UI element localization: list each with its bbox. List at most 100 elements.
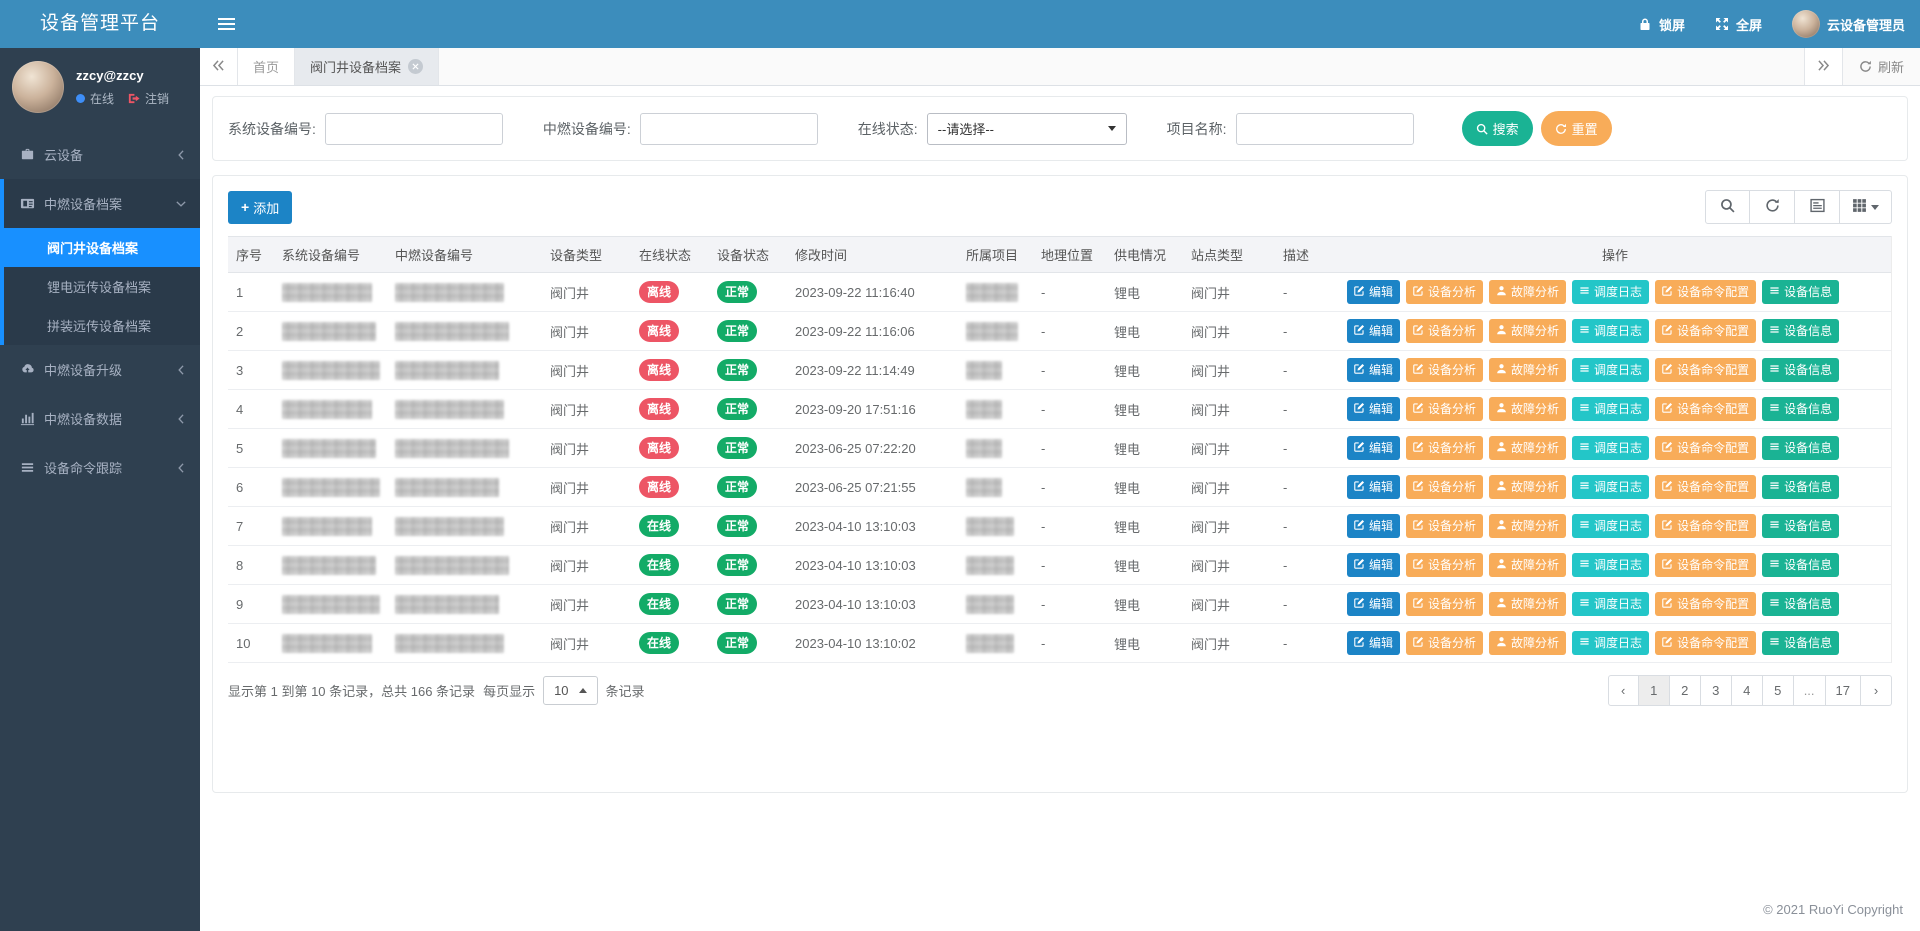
- page-button-1[interactable]: 1: [1639, 675, 1670, 706]
- sidebar-item-valve-well-files[interactable]: 阀门井设备档案: [4, 228, 200, 267]
- row-action-button[interactable]: 编辑: [1347, 358, 1400, 382]
- row-action-button[interactable]: 编辑: [1347, 553, 1400, 577]
- row-action-button[interactable]: 设备命令配置: [1655, 553, 1756, 577]
- lock-screen-button[interactable]: 锁屏: [1623, 0, 1700, 48]
- row-action-button[interactable]: 编辑: [1347, 280, 1400, 304]
- toggle-search-button[interactable]: [1705, 190, 1750, 224]
- row-action-button[interactable]: 设备命令配置: [1655, 436, 1756, 460]
- tab-close-icon[interactable]: [408, 59, 423, 74]
- row-action-button[interactable]: 设备信息: [1762, 397, 1839, 421]
- row-action-button[interactable]: 设备信息: [1762, 631, 1839, 655]
- tabs-scroll-left-button[interactable]: [200, 48, 238, 85]
- tab-home[interactable]: 首页: [238, 48, 295, 85]
- row-action-button[interactable]: 设备信息: [1762, 319, 1839, 343]
- row-action-button[interactable]: 设备命令配置: [1655, 631, 1756, 655]
- row-action-button[interactable]: 设备命令配置: [1655, 514, 1756, 538]
- row-action-button[interactable]: 设备信息: [1762, 358, 1839, 382]
- row-action-button[interactable]: 故障分析: [1489, 397, 1566, 421]
- fullscreen-button[interactable]: 全屏: [1700, 0, 1777, 48]
- columns-button[interactable]: [1840, 190, 1892, 224]
- row-action-button[interactable]: 设备分析: [1406, 436, 1483, 460]
- sidebar-item-gas-device-files[interactable]: 中燃设备档案: [4, 179, 200, 228]
- sidebar-item-cloud-devices[interactable]: 云设备: [0, 130, 200, 179]
- row-action-button[interactable]: 设备分析: [1406, 280, 1483, 304]
- row-action-button[interactable]: 编辑: [1347, 592, 1400, 616]
- row-action-button[interactable]: 设备命令配置: [1655, 592, 1756, 616]
- page-button-17[interactable]: 17: [1826, 675, 1861, 706]
- row-action-button[interactable]: 调度日志: [1572, 514, 1649, 538]
- detail-view-button[interactable]: [1795, 190, 1840, 224]
- sidebar-item-lithium-remote-files[interactable]: 锂电远传设备档案: [4, 267, 200, 306]
- tabs-scroll-right-button[interactable]: [1804, 48, 1842, 85]
- row-action-button[interactable]: 故障分析: [1489, 592, 1566, 616]
- page-button-2[interactable]: 2: [1670, 675, 1701, 706]
- admin-menu[interactable]: 云设备管理员: [1777, 0, 1920, 48]
- row-action-button[interactable]: 编辑: [1347, 397, 1400, 421]
- row-action-button[interactable]: 设备命令配置: [1655, 319, 1756, 343]
- row-action-button[interactable]: 故障分析: [1489, 436, 1566, 460]
- page-next-button[interactable]: ›: [1861, 675, 1892, 706]
- row-action-button[interactable]: 设备分析: [1406, 319, 1483, 343]
- gas-code-input[interactable]: [640, 113, 818, 145]
- page-button-3[interactable]: 3: [1701, 675, 1732, 706]
- row-action-button[interactable]: 设备分析: [1406, 553, 1483, 577]
- row-action-button[interactable]: 调度日志: [1572, 553, 1649, 577]
- row-action-button[interactable]: 编辑: [1347, 631, 1400, 655]
- logout-link[interactable]: 注销: [145, 90, 169, 107]
- sidebar-item-device-command-tracking[interactable]: 设备命令跟踪: [0, 443, 200, 492]
- online-status-select[interactable]: --请选择--: [927, 113, 1127, 145]
- row-action-button[interactable]: 故障分析: [1489, 475, 1566, 499]
- row-action-button[interactable]: 编辑: [1347, 436, 1400, 460]
- row-action-button[interactable]: 设备信息: [1762, 592, 1839, 616]
- row-action-button[interactable]: 设备分析: [1406, 475, 1483, 499]
- row-action-button[interactable]: 设备分析: [1406, 397, 1483, 421]
- row-action-button[interactable]: 设备命令配置: [1655, 475, 1756, 499]
- row-action-button[interactable]: 调度日志: [1572, 358, 1649, 382]
- row-action-button[interactable]: 设备信息: [1762, 514, 1839, 538]
- row-action-button[interactable]: 故障分析: [1489, 553, 1566, 577]
- row-action-button[interactable]: 编辑: [1347, 475, 1400, 499]
- row-action-button[interactable]: 设备命令配置: [1655, 358, 1756, 382]
- row-action-button[interactable]: 设备分析: [1406, 514, 1483, 538]
- search-button[interactable]: 搜索: [1462, 111, 1533, 146]
- row-action-button[interactable]: 设备分析: [1406, 592, 1483, 616]
- row-action-button[interactable]: 调度日志: [1572, 397, 1649, 421]
- project-name-input[interactable]: [1236, 113, 1414, 145]
- row-action-button[interactable]: 设备分析: [1406, 358, 1483, 382]
- row-action-button[interactable]: 故障分析: [1489, 319, 1566, 343]
- row-action-button[interactable]: 调度日志: [1572, 280, 1649, 304]
- row-action-button[interactable]: 设备信息: [1762, 553, 1839, 577]
- row-action-button[interactable]: 编辑: [1347, 319, 1400, 343]
- tab-refresh-button[interactable]: 刷新: [1842, 48, 1920, 85]
- row-action-button[interactable]: 调度日志: [1572, 475, 1649, 499]
- row-action-button[interactable]: 故障分析: [1489, 358, 1566, 382]
- row-action-button[interactable]: 设备命令配置: [1655, 397, 1756, 421]
- sidebar-item-assembled-remote-files[interactable]: 拼装远传设备档案: [4, 306, 200, 345]
- row-action-button[interactable]: 设备命令配置: [1655, 280, 1756, 304]
- system-code-input[interactable]: [325, 113, 503, 145]
- page-button-4[interactable]: 4: [1732, 675, 1763, 706]
- row-action-button[interactable]: 故障分析: [1489, 514, 1566, 538]
- row-action-button[interactable]: 设备信息: [1762, 475, 1839, 499]
- row-action-button[interactable]: 调度日志: [1572, 319, 1649, 343]
- row-action-button[interactable]: 设备信息: [1762, 280, 1839, 304]
- row-action-button[interactable]: 故障分析: [1489, 280, 1566, 304]
- row-action-button[interactable]: 编辑: [1347, 514, 1400, 538]
- sidebar-toggle-button[interactable]: [200, 0, 253, 48]
- refresh-table-button[interactable]: [1750, 190, 1795, 224]
- row-action-button[interactable]: 调度日志: [1572, 436, 1649, 460]
- sidebar-item-gas-device-upgrade[interactable]: 中燃设备升级: [0, 345, 200, 394]
- page-prev-button[interactable]: ‹: [1608, 675, 1639, 706]
- sidebar-item-gas-device-data[interactable]: 中燃设备数据: [0, 394, 200, 443]
- row-action-button[interactable]: 调度日志: [1572, 592, 1649, 616]
- page-button-5[interactable]: 5: [1763, 675, 1794, 706]
- row-action-button[interactable]: 调度日志: [1572, 631, 1649, 655]
- row-action-button[interactable]: 设备信息: [1762, 436, 1839, 460]
- tab-valve-well-files[interactable]: 阀门井设备档案: [295, 48, 439, 85]
- row-action-button[interactable]: 设备分析: [1406, 631, 1483, 655]
- page-size-select[interactable]: 10: [543, 676, 597, 705]
- user-avatar[interactable]: [12, 61, 64, 113]
- add-button[interactable]: + 添加: [228, 191, 292, 224]
- reset-button[interactable]: 重置: [1541, 111, 1612, 146]
- row-action-button[interactable]: 故障分析: [1489, 631, 1566, 655]
